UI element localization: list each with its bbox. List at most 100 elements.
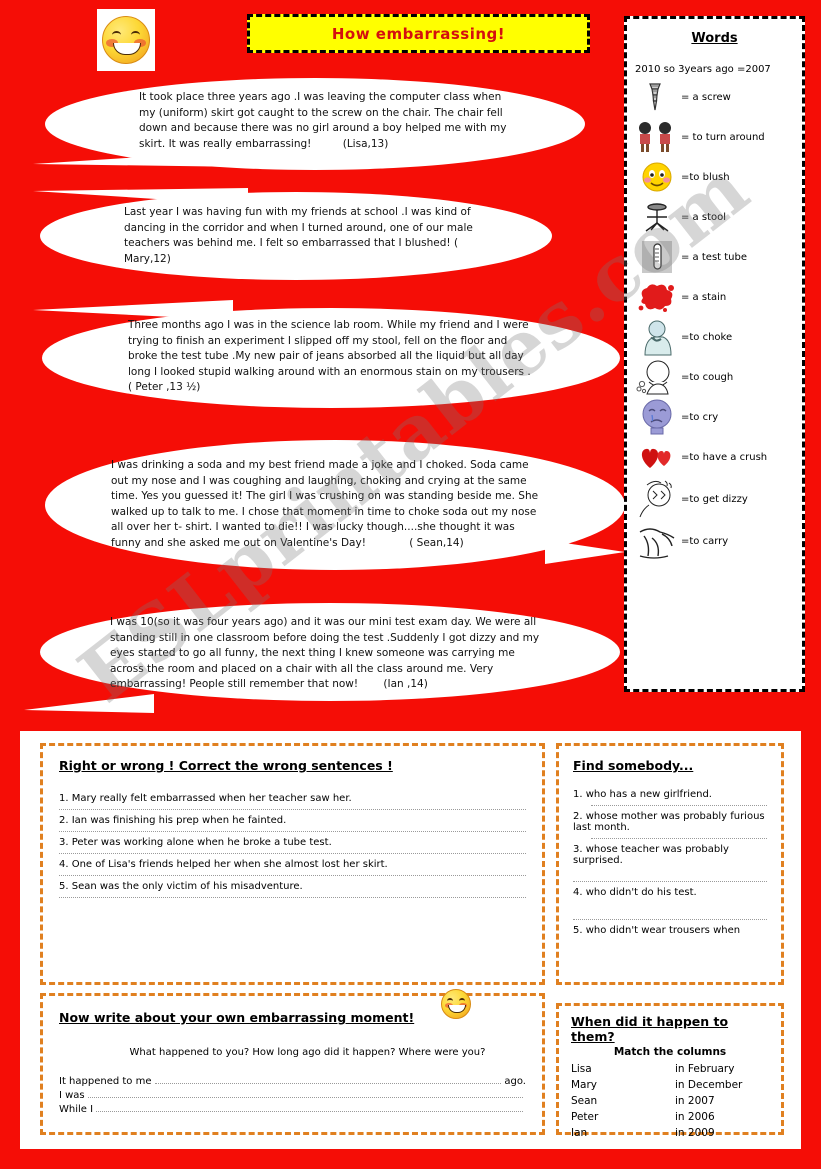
answer-line[interactable] [591,804,767,806]
word-entry-cry: =to cry [627,397,802,437]
word-label: = a screw [681,91,731,103]
speech-bubble-mary: Last year I was having fun with my frien… [40,192,552,280]
write-line-3[interactable]: While I [59,1104,526,1115]
exercise-item: 4. who didn't do his test. [573,887,697,898]
blank-line[interactable] [154,1083,502,1084]
words-panel-title: Words [691,31,738,46]
word-entry-cough: =to cough [627,357,802,397]
red-stain-icon [633,280,681,314]
match-name[interactable]: Lisa [571,1061,675,1077]
word-label: =to choke [681,331,733,343]
word-label: = a test tube [681,251,748,263]
match-date[interactable]: in 2006 [675,1109,715,1125]
word-entry-turn-around: = to turn around [627,117,802,157]
exercise-item: 3. whose teacher was probably surprised. [573,844,729,866]
answer-line[interactable] [59,896,526,898]
red-hearts-icon [633,444,681,470]
story-body: It took place three years ago .I was lea… [139,91,507,150]
story-text-peter: Three months ago I was in the science la… [128,318,538,396]
coughing-person-icon [633,358,681,396]
match-name[interactable]: Mary [571,1077,675,1093]
word-label: =to carry [681,535,729,547]
match-date[interactable]: in February [675,1061,734,1077]
exercise-item: 1. Mary really felt embarrassed when her… [59,793,352,804]
dizzy-person-icon [633,477,681,521]
word-label: =to have a crush [681,451,768,463]
word-label: = a stain [681,291,727,303]
word-label: =to cry [681,411,719,423]
smiley-face [102,16,150,64]
word-entry-dizzy: =to get dizzy [627,477,802,521]
match-name[interactable]: Sean [571,1093,675,1109]
match-date[interactable]: in 2007 [675,1093,715,1109]
eye-left-icon [112,31,121,39]
match-row[interactable]: Lisa in February [571,1061,769,1077]
match-row[interactable]: Sean in 2007 [571,1093,769,1109]
exercise-title: Right or wrong ! Correct the wrong sente… [59,758,393,773]
story-text-mary: Last year I was having fun with my frien… [124,205,474,267]
words-vocabulary-panel: Words 2010 so 3years ago =2007 = a screw… [624,16,805,692]
blank-line[interactable] [87,1097,523,1098]
story-body: Last year I was having fun with my frien… [124,206,473,249]
word-label: =to get dizzy [681,493,748,505]
match-row[interactable]: Mary in December [571,1077,769,1093]
embarrassed-smiley-icon [97,9,155,71]
exercise-item: 4. One of Lisa's friends helped her when… [59,859,388,870]
answer-line[interactable] [591,837,767,839]
bubble-tail-ian [24,694,154,713]
exercise-item: 5. who didn't wear trousers when [573,925,741,936]
line-lead: It happened to me [59,1076,152,1087]
mouth-icon [113,43,141,55]
answer-line[interactable] [59,874,526,876]
line-tail: ago. [504,1076,526,1087]
exercise-subtitle: Match the columns [613,1046,727,1058]
answer-line[interactable] [59,852,526,854]
blushing-face-icon [633,161,681,193]
smiley-face [441,989,471,1019]
story-signature: ( Sean,14) [409,536,464,549]
eye-right-icon [131,31,140,39]
embarrassed-smiley-icon-bottom [441,989,471,1019]
word-entry-crush: =to have a crush [627,437,802,477]
page-title: How embarrassing! [331,24,506,43]
write-line-1[interactable]: It happened to me ago. [59,1076,526,1087]
answer-line[interactable] [573,880,767,882]
crying-face-icon [633,398,681,436]
exercise-item: 2. Ian was finishing his prep when he fa… [59,815,287,826]
story-text-sean: I was drinking a soda and my best friend… [111,458,541,551]
word-label: =to blush [681,171,730,183]
match-name[interactable]: Ian [571,1125,675,1141]
word-entry-test-tube: = a test tube [627,237,802,277]
match-name[interactable]: Peter [571,1109,675,1125]
exercise-item: 2. whose mother was probably furious las… [573,811,765,833]
word-entry-screw: = a screw [627,77,802,117]
exercise-prompt: What happened to you? How long ago did i… [129,1047,486,1058]
worksheet-title-banner: How embarrassing! [247,14,590,53]
match-date[interactable]: in December [675,1077,742,1093]
story-body: Three months ago I was in the science la… [128,319,531,378]
story-text-lisa: It took place three years ago .I was lea… [139,90,509,152]
answer-line[interactable] [573,918,767,920]
bottom-exercise-sheet: Right or wrong ! Correct the wrong sente… [20,731,801,1149]
exercise-find-somebody: Find somebody... 1. who has a new girlfr… [556,743,784,985]
story-body: I was 10(so it was four years ago) and i… [110,616,540,690]
test-tube-icon [633,239,681,275]
blank-line[interactable] [96,1111,523,1112]
exercise-item: 1. who has a new girlfriend. [573,789,712,800]
word-entry-blush: =to blush [627,157,802,197]
write-line-2[interactable]: I was [59,1090,526,1101]
exercise-match-columns: When did it happen to them? Match the co… [556,1003,784,1139]
word-entry-stain: = a stain [627,277,802,317]
match-row[interactable]: Peter in 2006 [571,1109,769,1125]
words-panel-note: 2010 so 3years ago =2007 [635,64,771,75]
story-signature: (Lisa,13) [342,137,389,150]
story-text-ian: I was 10(so it was four years ago) and i… [110,615,540,693]
carrying-person-icon [633,522,681,560]
mouth-icon [448,1005,466,1013]
match-date[interactable]: in 2009 [675,1125,715,1141]
word-entry-stool: = a stool [627,197,802,237]
answer-line[interactable] [59,830,526,832]
answer-line[interactable] [59,808,526,810]
word-entry-carry: =to carry [627,521,802,561]
match-row[interactable]: Ian in 2009 [571,1125,769,1141]
